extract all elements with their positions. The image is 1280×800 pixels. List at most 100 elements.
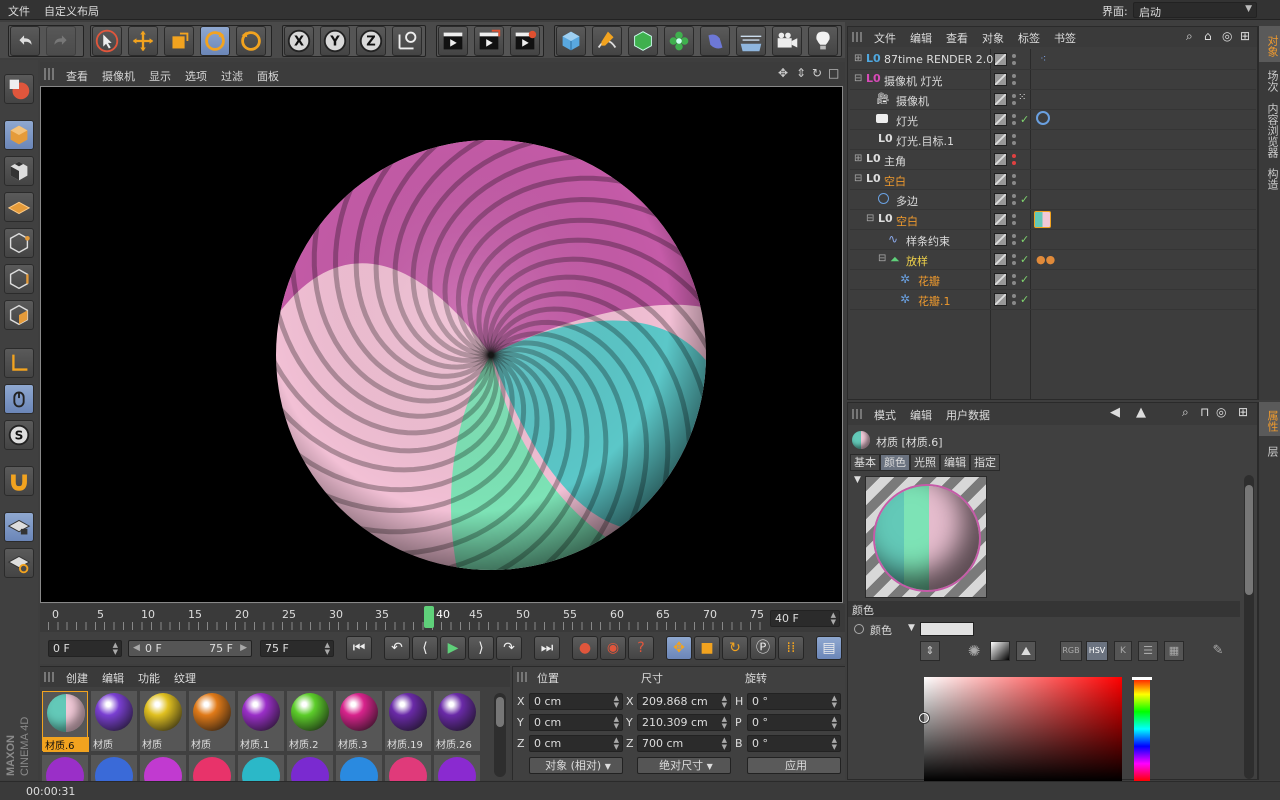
object-row[interactable]: 多边 <box>850 190 1256 210</box>
material-swatch[interactable] <box>42 755 88 781</box>
target-tag-icon[interactable] <box>1036 111 1050 125</box>
visibility-cell[interactable] <box>992 210 1032 230</box>
render-visibility-dot[interactable] <box>1012 141 1016 145</box>
editor-visibility-dot[interactable] <box>1012 154 1016 158</box>
render-settings-icon[interactable] <box>510 26 540 56</box>
material-swatch[interactable]: 材质.19 <box>385 691 431 751</box>
render-visibility-dot[interactable] <box>1012 241 1016 245</box>
preview-range-slider[interactable]: ◀ 0 F 75 F ▶ <box>128 640 252 657</box>
search-icon[interactable]: ⌕ <box>1186 29 1193 44</box>
scrollbar-thumb[interactable] <box>1245 485 1253 595</box>
tree-expand-icon[interactable]: ⊞ <box>854 153 862 164</box>
object-row[interactable]: ⊞ L0 87time RENDER 2.0 ⁖ <box>850 50 1256 70</box>
spectrum-icon[interactable] <box>990 641 1010 661</box>
tree-collapse-icon[interactable]: ⊟ <box>866 213 874 224</box>
tab-layers[interactable]: 层 <box>1258 436 1280 462</box>
workplane-align-icon[interactable] <box>4 548 34 578</box>
material-swatch[interactable]: 材质.3 <box>336 691 382 751</box>
enabled-check-icon[interactable]: ✓ <box>1020 273 1029 286</box>
material-scrollbar[interactable] <box>494 693 506 777</box>
layer-box-icon[interactable] <box>994 133 1007 146</box>
layer-box-icon[interactable] <box>994 273 1007 286</box>
eye-icon[interactable]: ◎ <box>1222 29 1232 43</box>
rotation-h-field[interactable]: 0 ° ▲ ▼ <box>747 693 841 710</box>
material-swatch[interactable]: 材质 <box>140 691 186 751</box>
render-visibility-dot[interactable] <box>1012 181 1016 185</box>
object-row[interactable]: ✲ 花瓣.1 <box>850 290 1256 310</box>
material-swatch[interactable] <box>336 755 382 781</box>
hue-cursor[interactable] <box>1132 677 1152 680</box>
new-window-icon[interactable]: ⊞ <box>1240 29 1250 43</box>
enabled-check-icon[interactable]: ✓ <box>1020 233 1029 246</box>
move-icon[interactable] <box>128 26 158 56</box>
up-arrow-icon[interactable]: ▲ <box>1136 405 1146 420</box>
material-swatch[interactable] <box>189 755 235 781</box>
material-menu-function[interactable]: 功能 <box>138 670 160 686</box>
viewport-menu-filter[interactable]: 过滤 <box>221 68 243 84</box>
material-swatch[interactable]: 材质.2 <box>287 691 333 751</box>
material-swatch[interactable]: 材质.26 <box>434 691 480 751</box>
object-menu-view[interactable]: 查看 <box>946 30 968 46</box>
visibility-cell[interactable]: ✓ <box>992 190 1032 210</box>
editor-visibility-dot[interactable] <box>1012 194 1016 198</box>
coordinate-system-icon[interactable] <box>392 26 422 56</box>
material-swatch[interactable] <box>91 755 137 781</box>
color-wheel-icon[interactable]: ✺ <box>964 641 984 661</box>
material-menu-create[interactable]: 创建 <box>66 670 88 686</box>
previous-key-icon[interactable]: ↶ <box>384 636 410 660</box>
z-axis-lock-icon[interactable]: Z <box>356 26 386 56</box>
viewport-zoom-icon[interactable]: ⇕ <box>796 66 806 80</box>
object-name[interactable]: 灯光.目标.1 <box>896 133 954 149</box>
tab-color[interactable]: 颜色 <box>880 454 910 471</box>
mograph-cloner-icon[interactable] <box>664 26 694 56</box>
viewport-maximize-icon[interactable]: □ <box>828 66 839 80</box>
render-visibility-dot[interactable] <box>1012 301 1016 305</box>
keyframe-selection-icon[interactable]: ? <box>628 636 654 660</box>
render-visibility-dot[interactable] <box>1012 161 1016 165</box>
tree-expand-icon[interactable]: ⊞ <box>854 53 862 64</box>
object-row[interactable]: ⊟ ⏶ 放样 ●● <box>850 250 1256 270</box>
render-view-icon[interactable] <box>438 26 468 56</box>
tree-collapse-icon[interactable]: ⊟ <box>854 173 862 184</box>
new-window-icon[interactable]: ⊞ <box>1238 405 1248 419</box>
tab-assign[interactable]: 指定 <box>970 454 1000 471</box>
material-swatch[interactable] <box>385 755 431 781</box>
swatches-icon[interactable]: ▦ <box>1164 641 1184 661</box>
render-visibility-dot[interactable] <box>1012 61 1016 65</box>
axis-mode-icon[interactable] <box>4 348 34 378</box>
object-name[interactable]: 空白 <box>884 173 906 189</box>
visibility-cell[interactable]: ✓ <box>992 230 1032 250</box>
viewport-canvas[interactable] <box>40 86 843 603</box>
viewport-move-icon[interactable]: ✥ <box>778 66 788 80</box>
image-picker-icon[interactable]: ⛰ <box>1016 641 1036 661</box>
edges-mode-icon[interactable] <box>4 264 34 294</box>
layer-box-icon[interactable] <box>994 213 1007 226</box>
lock-icon[interactable]: ⊓ <box>1200 405 1209 419</box>
viewport-menu-display[interactable]: 显示 <box>149 68 171 84</box>
object-menu-edit[interactable]: 编辑 <box>910 30 932 46</box>
material-swatch[interactable] <box>287 755 333 781</box>
collapse-arrow-icon[interactable]: ▼ <box>854 475 861 485</box>
visibility-cell[interactable] <box>992 150 1032 170</box>
object-name[interactable]: 主角 <box>884 153 906 169</box>
object-row[interactable]: ⊞ L0 主角 <box>850 150 1256 170</box>
texture-mode-icon[interactable] <box>4 156 34 186</box>
model-mode-icon[interactable] <box>4 120 34 150</box>
object-name[interactable]: 多边 <box>896 193 918 209</box>
scale-icon[interactable] <box>164 26 194 56</box>
pen-spline-icon[interactable] <box>592 26 622 56</box>
editor-visibility-dot[interactable] <box>1012 114 1016 118</box>
x-axis-lock-icon[interactable]: X <box>284 26 314 56</box>
tweak-mode-icon[interactable] <box>4 384 34 414</box>
subdivision-icon[interactable] <box>628 26 658 56</box>
rotation-p-field[interactable]: 0 ° ▲ ▼ <box>747 714 841 731</box>
tab-illumination[interactable]: 光照 <box>910 454 940 471</box>
visibility-cell[interactable]: ✓ <box>992 270 1032 290</box>
key-scale-icon[interactable]: ■ <box>694 636 720 660</box>
camera-icon[interactable] <box>772 26 802 56</box>
floor-environment-icon[interactable] <box>736 26 766 56</box>
go-to-end-icon[interactable]: ⏭ <box>534 636 560 660</box>
current-frame-field[interactable]: 40 F ▲ ▼ <box>770 610 840 627</box>
render-visibility-dot[interactable] <box>1012 221 1016 225</box>
select-arrow-icon[interactable] <box>92 26 122 56</box>
